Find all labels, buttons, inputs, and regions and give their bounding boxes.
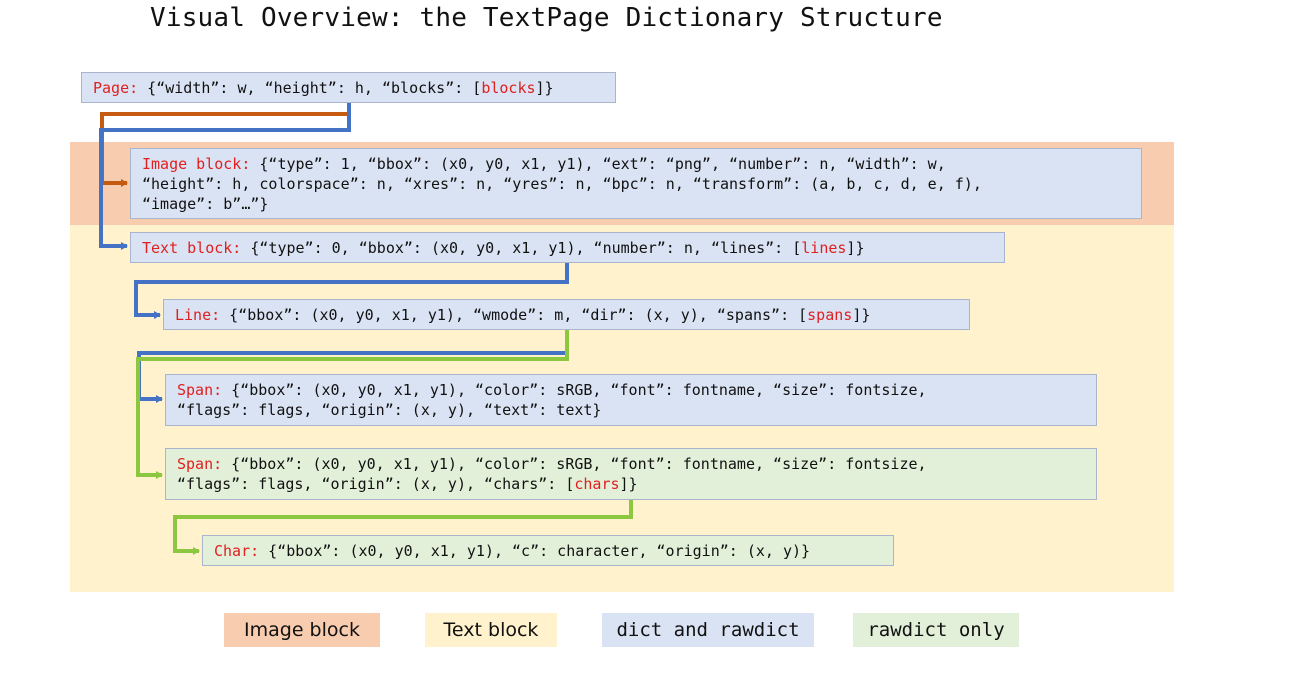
line-body: {“bbox”: (x0, y0, x1, y1), “wmode”: m, “… bbox=[220, 306, 808, 324]
image-block-line3: “image”: b”…”} bbox=[142, 195, 269, 213]
line-label: Line: bbox=[175, 306, 221, 324]
span-dict-line1: {“bbox”: (x0, y0, x1, y1), “color”: sRGB… bbox=[222, 381, 927, 399]
span-rawdict-box: Span: {“bbox”: (x0, y0, x1, y1), “color”… bbox=[165, 448, 1097, 500]
span-raw-line2-end: ]} bbox=[619, 475, 638, 493]
image-block-box: Image block: {“type”: 1, “bbox”: (x0, y0… bbox=[130, 148, 1142, 219]
legend-dict-and-rawdict: dict and rawdict bbox=[602, 613, 814, 647]
char-label: Char: bbox=[214, 542, 260, 560]
page-body: {“width”: w, “height”: h, “blocks”: [ bbox=[138, 79, 482, 97]
text-block-lines-ref: lines bbox=[801, 239, 847, 257]
char-box: Char: {“bbox”: (x0, y0, x1, y1), “c”: ch… bbox=[202, 535, 894, 566]
legend-rawdict-only: rawdict only bbox=[853, 613, 1019, 647]
text-block-body-end: ]} bbox=[846, 239, 865, 257]
image-block-label: Image block: bbox=[142, 155, 251, 173]
line-body-end: ]} bbox=[852, 306, 871, 324]
span-raw-label: Span: bbox=[177, 455, 223, 473]
page-blocks-ref: blocks bbox=[481, 79, 536, 97]
text-block-box: Text block: {“type”: 0, “bbox”: (x0, y0,… bbox=[130, 232, 1005, 263]
page-body-end: ]} bbox=[535, 79, 554, 97]
page-box: Page: {“width”: w, “height”: h, “blocks”… bbox=[81, 72, 616, 103]
text-block-label: Text block: bbox=[142, 239, 242, 257]
line-spans-ref: spans bbox=[807, 306, 853, 324]
span-dict-line2: “flags”: flags, “origin”: (x, y), “text”… bbox=[177, 401, 602, 419]
span-dict-label: Span: bbox=[177, 381, 223, 399]
image-block-line2: “height”: h, colorspace”: n, “xres”: n, … bbox=[142, 175, 982, 193]
span-raw-line1: {“bbox”: (x0, y0, x1, y1), “color”: sRGB… bbox=[222, 455, 927, 473]
image-block-line1: {“type”: 1, “bbox”: (x0, y0, x1, y1), “e… bbox=[250, 155, 946, 173]
span-dict-box: Span: {“bbox”: (x0, y0, x1, y1), “color”… bbox=[165, 374, 1097, 426]
page-label: Page: bbox=[93, 79, 139, 97]
text-block-body: {“type”: 0, “bbox”: (x0, y0, x1, y1), “n… bbox=[241, 239, 802, 257]
line-box: Line: {“bbox”: (x0, y0, x1, y1), “wmode”… bbox=[163, 299, 970, 330]
span-raw-chars-ref: chars bbox=[574, 475, 620, 493]
legend-image-block: Image block bbox=[224, 613, 380, 647]
char-body: {“bbox”: (x0, y0, x1, y1), “c”: characte… bbox=[259, 542, 811, 560]
span-raw-line2: “flags”: flags, “origin”: (x, y), “chars… bbox=[177, 475, 575, 493]
legend-text-block: Text block bbox=[425, 613, 557, 647]
